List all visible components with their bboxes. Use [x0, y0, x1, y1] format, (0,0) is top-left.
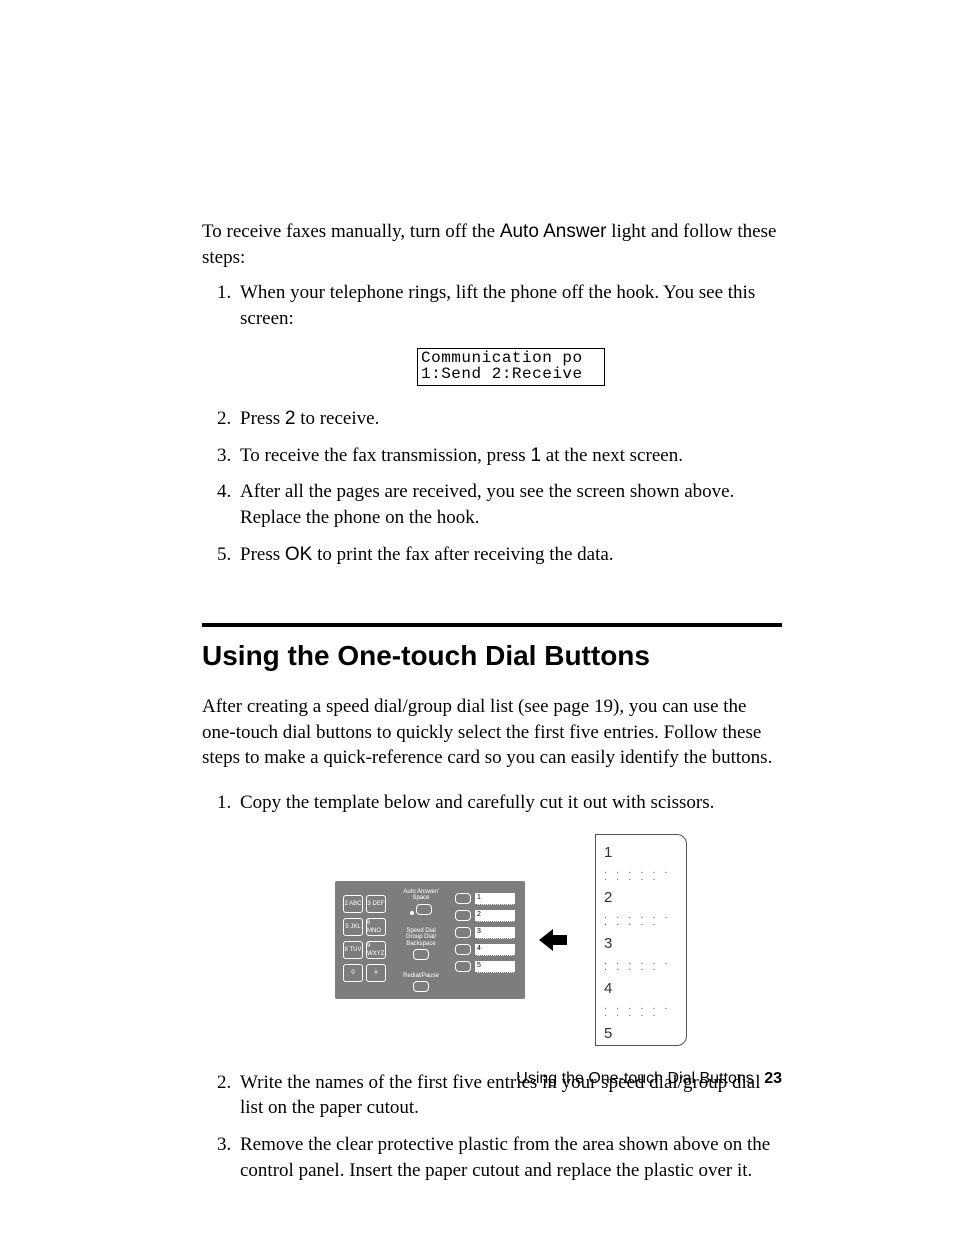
lcd-line2: 1:Send 2:Receive — [421, 365, 583, 383]
step-a1-text: When your telephone rings, lift the phon… — [240, 282, 755, 329]
led-icon — [410, 911, 414, 915]
auto-answer-button-icon — [416, 904, 432, 915]
page-footer: Using the One-touch Dial Buttons 23 — [0, 1068, 782, 1090]
step-a3-c: at the next screen. — [541, 445, 683, 466]
key-5: 5 JKL — [343, 918, 363, 936]
onetouch-row-3: 3 — [455, 927, 515, 939]
label-redial: Redial/Pause — [393, 973, 449, 980]
section-intro: After creating a speed dial/group dial l… — [202, 694, 782, 771]
onetouch-slip-4: 4 — [475, 944, 515, 956]
redial-button-icon — [413, 981, 429, 992]
step-a2-b: 2 — [285, 408, 296, 429]
lcd-screen: Communication po 1:Send 2:Receive — [417, 348, 605, 387]
step-a2-c: to receive. — [295, 408, 379, 429]
step-b3: Remove the clear protective plastic from… — [236, 1132, 782, 1183]
card-num-2: 2 — [604, 888, 678, 908]
card-num-5: 5 — [604, 1024, 678, 1044]
onetouch-column: 1 2 3 4 5 — [455, 893, 515, 978]
card-num-1: 1 — [604, 843, 678, 863]
onetouch-button-icon — [455, 910, 471, 921]
onetouch-row-2: 2 — [455, 910, 515, 922]
card-dots: . . . . . . . . . . . — [604, 867, 678, 880]
step-a2: Press 2 to receive. — [236, 406, 782, 432]
onetouch-slip-1: 1 — [475, 893, 515, 905]
footer-title: Using the One-touch Dial Buttons — [516, 1070, 753, 1087]
page-number: 23 — [764, 1070, 782, 1087]
onetouch-button-icon — [455, 927, 471, 938]
key-9: 9 WXYZ — [366, 941, 386, 959]
intro-text-a: To receive faxes manually, turn off the — [202, 221, 500, 242]
steps-list-b: Copy the template below and carefully cu… — [202, 790, 782, 1183]
step-b1-text: Copy the template below and carefully cu… — [240, 792, 714, 813]
auto-answer-label: Auto Answer — [500, 221, 607, 242]
onetouch-button-icon — [455, 944, 471, 955]
cutout-card: 1 . . . . . . . . . . . 2 . . . . . . . … — [595, 834, 687, 1046]
step-b1: Copy the template below and carefully cu… — [236, 790, 782, 1046]
key-hash: # — [366, 964, 386, 982]
step-a1: When your telephone rings, lift the phon… — [236, 280, 782, 386]
step-a5: Press OK to print the fax after receivin… — [236, 542, 782, 568]
card-dots: . . . . . . . . . . . — [604, 912, 678, 925]
card-num-4: 4 — [604, 979, 678, 999]
step-a3: To receive the fax transmission, press 1… — [236, 443, 782, 469]
onetouch-slip-5: 5 — [475, 961, 515, 973]
onetouch-button-icon — [455, 893, 471, 904]
onetouch-row-1: 1 — [455, 893, 515, 905]
step-a5-c: to print the fax after receiving the dat… — [312, 544, 613, 565]
step-a4: After all the pages are received, you se… — [236, 479, 782, 530]
step-a2-a: Press — [240, 408, 285, 429]
onetouch-slip-3: 3 — [475, 927, 515, 939]
card-num-3: 3 — [604, 934, 678, 954]
onetouch-row-4: 4 — [455, 944, 515, 956]
onetouch-button-icon — [455, 961, 471, 972]
key-6: 6 MNO — [366, 918, 386, 936]
section-heading: Using the One-touch Dial Buttons — [202, 637, 782, 675]
steps-list-a: When your telephone rings, lift the phon… — [202, 280, 782, 567]
key-2: 2 ABC — [343, 895, 363, 913]
panel-labels: Auto Answer/ Space Speed Dial Group Dial… — [393, 889, 449, 995]
step-a5-b: OK — [285, 544, 312, 565]
label-auto-answer: Auto Answer/ Space — [393, 889, 449, 902]
card-dots: . . . . . . . . . . . — [604, 958, 678, 971]
intro-paragraph: To receive faxes manually, turn off the … — [202, 219, 782, 270]
key-0: 0 — [343, 964, 363, 982]
control-panel-illustration: 2 ABC 3 DEF 5 JKL 6 MNO 8 TUV 9 WXYZ 0 #… — [335, 881, 525, 999]
arrow-left-icon — [545, 931, 575, 949]
card-dots: . . . . . . . . . . . — [604, 1003, 678, 1016]
step-a3-b: 1 — [530, 445, 541, 466]
keypad: 2 ABC 3 DEF 5 JKL 6 MNO 8 TUV 9 WXYZ 0 # — [343, 895, 386, 982]
speed-dial-button-icon — [413, 949, 429, 960]
figure-row: 2 ABC 3 DEF 5 JKL 6 MNO 8 TUV 9 WXYZ 0 #… — [240, 834, 782, 1046]
key-3: 3 DEF — [366, 895, 386, 913]
section-divider — [202, 623, 782, 627]
onetouch-row-5: 5 — [455, 961, 515, 973]
step-a5-a: Press — [240, 544, 285, 565]
lcd-line1: Communication po — [421, 349, 583, 367]
label-speed-dial: Speed Dial Group Dial/ Backspace — [393, 928, 449, 948]
onetouch-slip-2: 2 — [475, 910, 515, 922]
step-a3-a: To receive the fax transmission, press — [240, 445, 530, 466]
key-8: 8 TUV — [343, 941, 363, 959]
